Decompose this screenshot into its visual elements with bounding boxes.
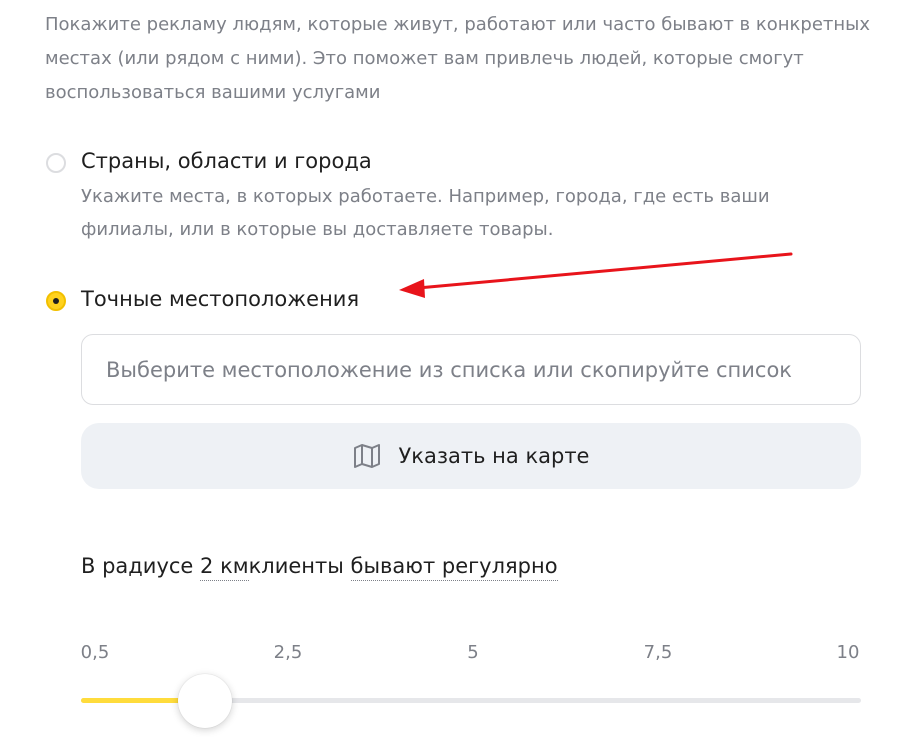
option-precise-locations-label[interactable]: Точные местоположения [81, 287, 359, 311]
show-on-map-label: Указать на карте [398, 444, 590, 468]
map-icon [353, 443, 381, 469]
radius-sentence: В радиусе 2 кмклиенты бывают регулярно [81, 554, 558, 581]
slider-tick-label: 2,5 [273, 642, 303, 663]
radio-precise-locations[interactable] [46, 291, 66, 311]
show-on-map-button[interactable]: Указать на карте [81, 423, 861, 489]
slider-tick-label: 10 [836, 642, 860, 663]
intro-text: Покажите рекламу людям, которые живут, р… [45, 14, 871, 103]
option-countries-label[interactable]: Страны, области и города [81, 149, 372, 173]
radius-middle-text: клиенты [248, 554, 344, 578]
radius-value-dropdown[interactable]: 2 км [200, 554, 249, 581]
radius-prefix: В радиусе [81, 554, 194, 578]
radio-countries-regions-cities[interactable] [46, 153, 66, 173]
slider-tick-label: 5 [467, 642, 479, 663]
slider-tick-label: 0,5 [80, 642, 110, 663]
slider-tick-label: 7,5 [643, 642, 673, 663]
radius-slider-thumb[interactable] [178, 674, 232, 728]
visit-frequency-dropdown[interactable]: бывают регулярно [350, 554, 558, 581]
location-search-input[interactable] [81, 334, 861, 405]
option-countries-description: Укажите места, в которых работаете. Напр… [81, 186, 770, 240]
